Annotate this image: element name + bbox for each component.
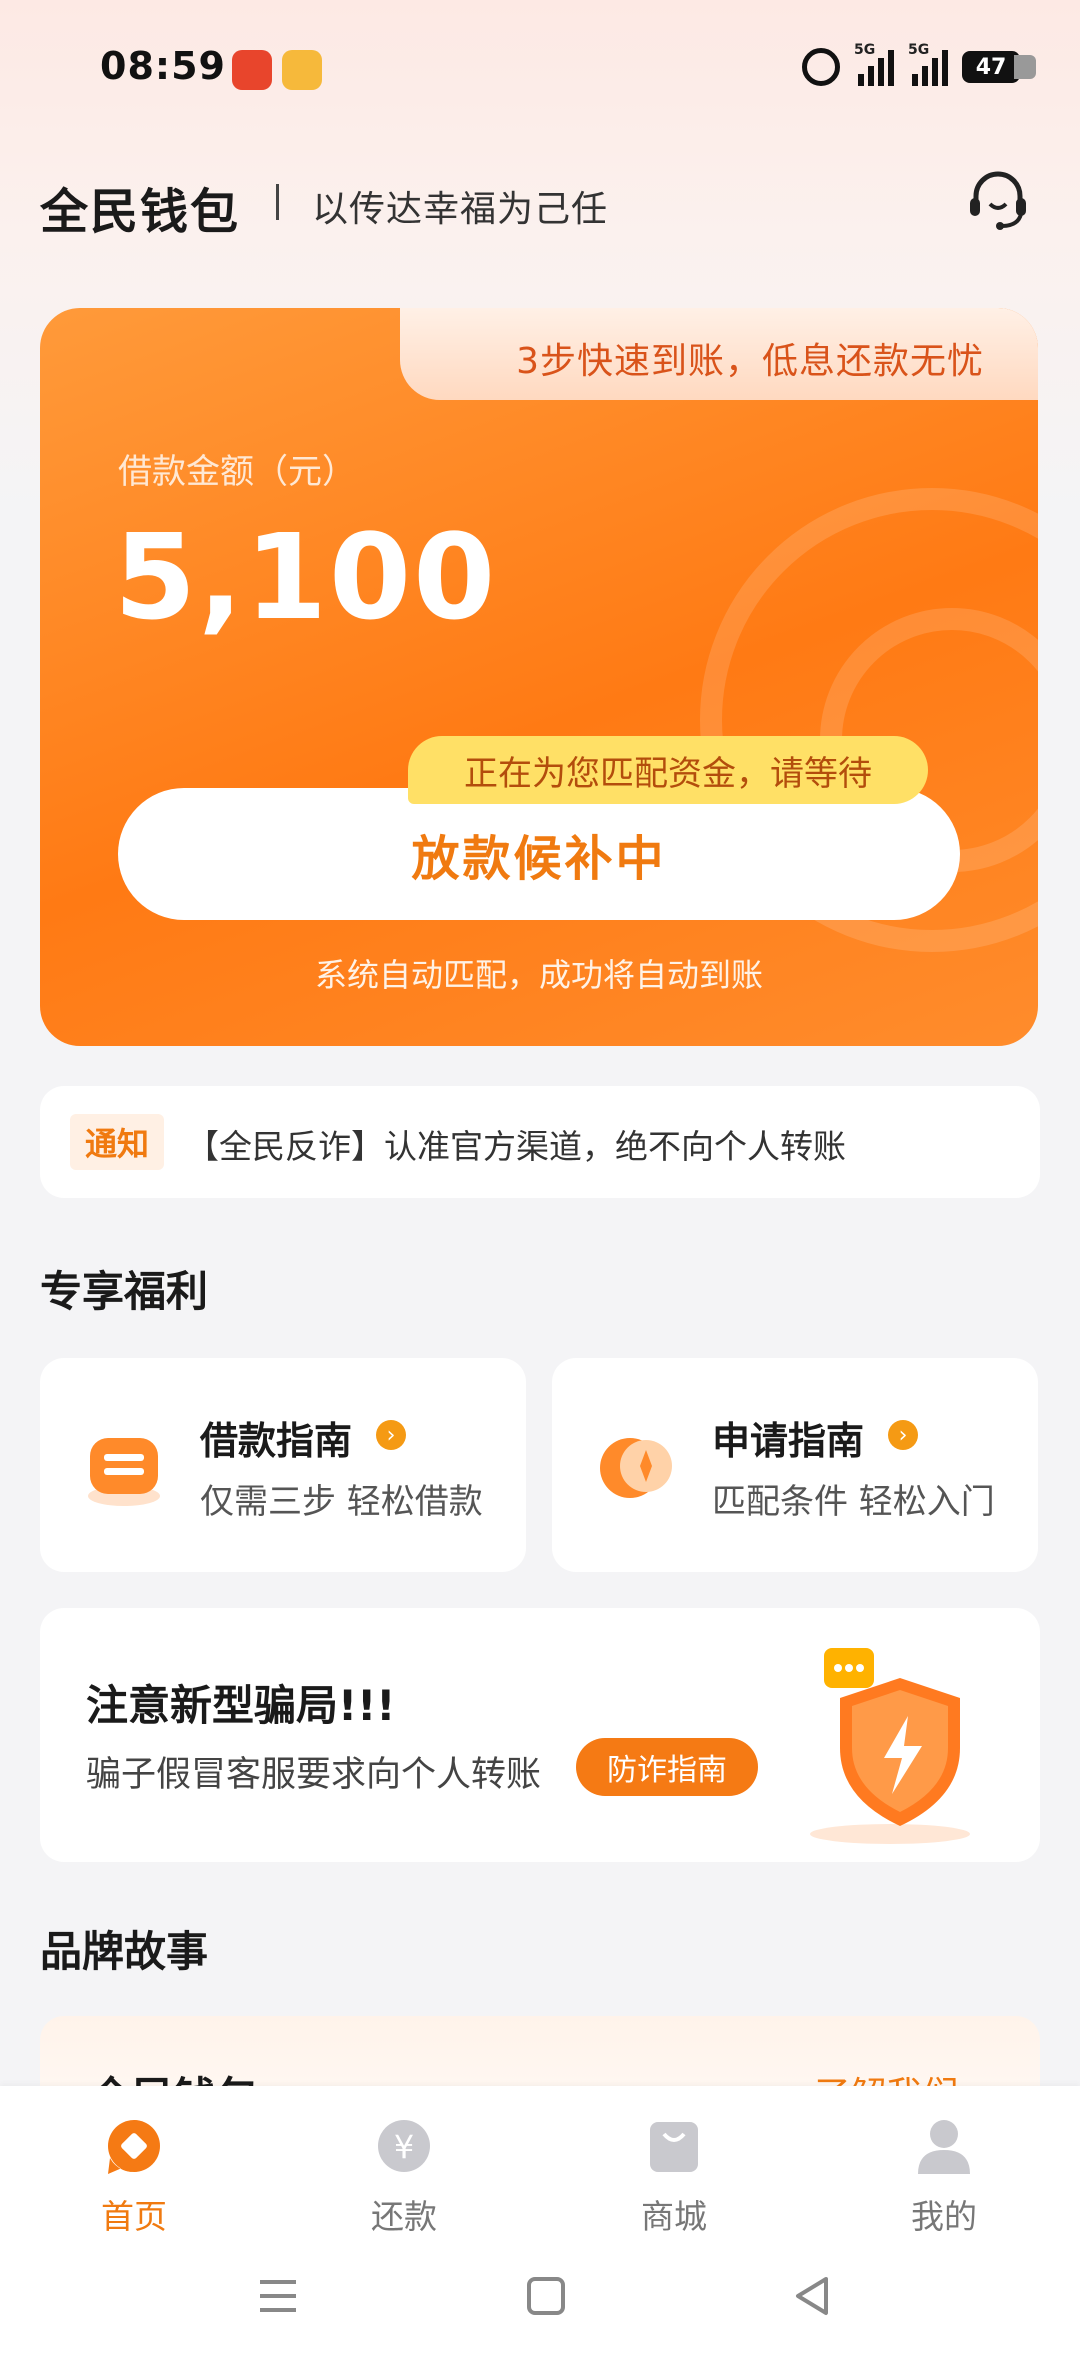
home-icon xyxy=(108,2120,160,2174)
weibo-icon xyxy=(282,50,322,90)
nav-repay-label: 还款 xyxy=(371,2197,437,2236)
notice-text: 【全民反诈】认准官方渠道，绝不向个人转账 xyxy=(186,1127,846,1166)
brand-story-title: 品牌故事 xyxy=(40,1927,209,1976)
shopping-bag-icon xyxy=(650,2122,698,2172)
home-square-icon[interactable] xyxy=(526,2276,566,2316)
card-footer-text: 系统自动匹配，成功将自动到账 xyxy=(314,956,763,994)
nav-mall[interactable]: 商城 xyxy=(604,2116,744,2238)
header-divider xyxy=(276,184,279,220)
nav-mine[interactable]: 我的 xyxy=(874,2116,1014,2238)
profile-icon xyxy=(918,2120,970,2174)
brand-logo: 全民钱包 xyxy=(40,184,241,240)
anti-fraud-guide-button[interactable]: 防诈指南 xyxy=(576,1738,758,1796)
nav-home-label: 首页 xyxy=(101,2197,167,2236)
benefits-title: 专享福利 xyxy=(40,1267,209,1316)
compass-icon xyxy=(600,1438,672,1498)
status-bar: 08:59 5G 5G 47 xyxy=(0,0,1080,140)
alarm-icon xyxy=(802,48,840,86)
shield-icon xyxy=(810,1648,970,1844)
signal-icon-2: 5G xyxy=(908,42,948,86)
matching-tip: 正在为您匹配资金，请等待 xyxy=(408,736,928,804)
chevron-right-icon: › xyxy=(376,1420,406,1450)
nav-repay[interactable]: ¥ 还款 xyxy=(334,2116,474,2238)
battery-icon: 47 xyxy=(962,51,1036,83)
signal-icon: 5G xyxy=(854,42,894,86)
svg-text:¥: ¥ xyxy=(394,2128,414,2166)
nav-home[interactable]: 首页 xyxy=(64,2116,204,2238)
loan-guide-card[interactable]: 借款指南 › 仅需三步 轻松借款 xyxy=(40,1358,526,1572)
yuan-icon: ¥ xyxy=(378,2120,430,2172)
apply-guide-subtitle: 匹配条件 轻松入门 xyxy=(712,1482,995,1522)
loan-card: 3步快速到账，低息还款无忧 借款金额（元） 5,100 放款候补中 正在为您匹配… xyxy=(40,308,1038,1046)
loan-guide-title: 借款指南 xyxy=(200,1419,353,1463)
amount-label: 借款金额（元） xyxy=(118,452,356,492)
menu-icon[interactable] xyxy=(258,2276,298,2316)
loan-status-button[interactable]: 放款候补中 xyxy=(118,788,960,920)
promo-tab: 3步快速到账，低息还款无忧 xyxy=(400,308,1038,400)
loan-amount: 5,100 xyxy=(114,508,498,646)
brand-slogan: 以传达幸福为己任 xyxy=(312,189,609,230)
loan-guide-subtitle: 仅需三步 轻松借款 xyxy=(200,1482,483,1522)
system-nav-bar xyxy=(0,2276,1080,2336)
apply-guide-title: 申请指南 xyxy=(712,1419,865,1463)
notification-app-icon xyxy=(232,50,272,90)
chevron-right-icon: › xyxy=(888,1420,918,1450)
nav-mine-label: 我的 xyxy=(911,2197,977,2236)
status-time: 08:59 xyxy=(100,44,226,88)
back-icon[interactable] xyxy=(792,2276,832,2316)
fraud-subtitle: 骗子假冒客服要求向个人转账 xyxy=(86,1755,542,1795)
loan-guide-icon xyxy=(88,1438,160,1506)
customer-service-icon[interactable] xyxy=(966,168,1030,232)
apply-guide-card[interactable]: 申请指南 › 匹配条件 轻松入门 xyxy=(552,1358,1038,1572)
bottom-nav: 首页 ¥ 还款 商城 我的 xyxy=(0,2086,1080,2374)
notice-bar[interactable]: 通知 【全民反诈】认准官方渠道，绝不向个人转账 xyxy=(40,1086,1040,1198)
fraud-title: 注意新型骗局!!! xyxy=(86,1681,396,1730)
fraud-warning-card: 注意新型骗局!!! 骗子假冒客服要求向个人转账 防诈指南 xyxy=(40,1608,1040,1862)
nav-mall-label: 商城 xyxy=(641,2197,707,2236)
notice-tag: 通知 xyxy=(70,1114,164,1170)
